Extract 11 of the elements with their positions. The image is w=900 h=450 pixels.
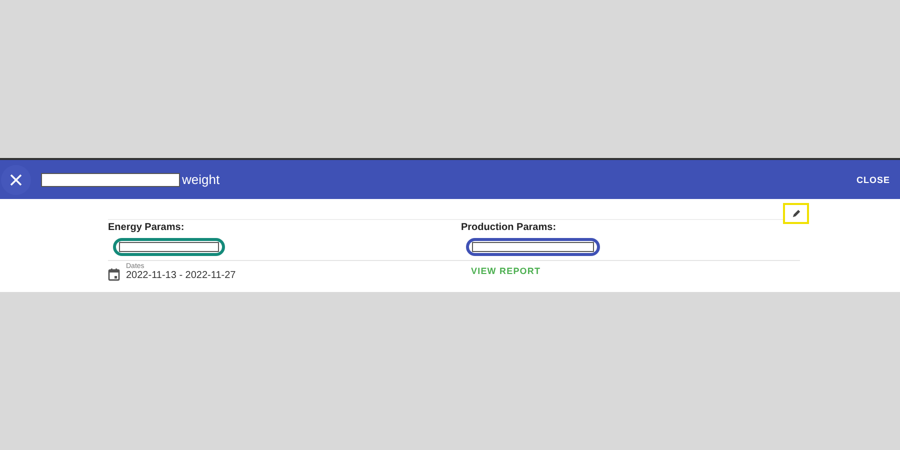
param-chip[interactable]: [113, 238, 225, 256]
pencil-icon: [792, 209, 800, 218]
dates-value: 2022-11-13 - 2022-11-27: [126, 270, 236, 281]
param-chip[interactable]: [466, 238, 600, 256]
close-icon[interactable]: [1, 164, 31, 194]
production-params-label: Production Params:: [461, 222, 558, 233]
edit-button[interactable]: [783, 203, 809, 224]
calendar-icon: [108, 268, 120, 281]
close-button[interactable]: CLOSE: [856, 170, 890, 188]
energy-params-label: Energy Params:: [108, 222, 186, 233]
dialog-title: weight: [182, 172, 220, 187]
